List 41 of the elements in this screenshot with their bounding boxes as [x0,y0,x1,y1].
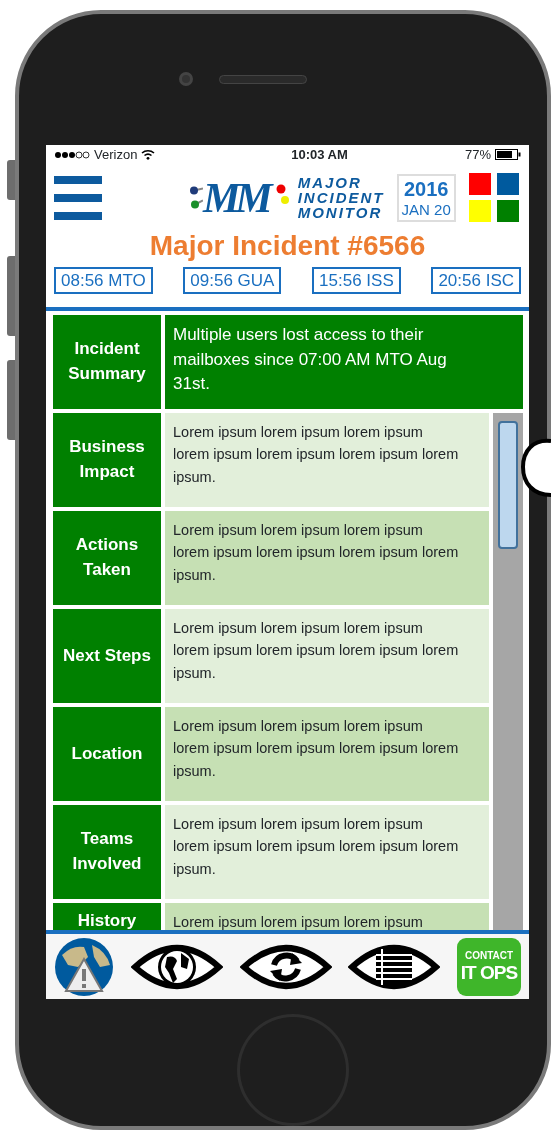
status-tile[interactable] [497,173,519,196]
battery-icon [495,149,521,161]
row-text: Multiple users lost access to their mailboxes since 07:00 AM MTO Aug 31st. [165,315,523,409]
row-text: Lorem ipsum lorem ipsum lorem ipsum lorem ipsum lorem ipsum lorem ipsum lorem ipsum. [165,805,489,899]
row-text: Lorem ipsum lorem ipsum lorem ipsum lorem ipsum lorem ipsum lorem ipsum lorem ipsum. [165,707,489,801]
row-label: Incident Summary [53,315,161,409]
logo-mark: MM [203,176,271,219]
battery-percent: 77% [464,145,491,164]
signal-icon [54,150,90,159]
status-tile[interactable] [497,200,519,223]
contact-button[interactable]: CONTACT IT OPS [457,937,521,996]
row-text: Lorem ipsum lorem ipsum lorem ipsum [165,903,489,931]
row-text: Lorem ipsum lorem ipsum lorem ipsum lorem ipsum lorem ipsum lorem ipsum lorem ipsum. [165,609,489,703]
date-day: JAN 20 [401,200,451,219]
status-tile[interactable] [469,173,491,196]
row-label: Teams Involved [53,805,161,899]
row-label: Actions Taken [53,511,161,605]
date-year: 2016 [402,176,450,201]
wifi-icon [141,149,156,161]
time-zone-clock: 15:56 ISS [312,267,401,295]
row-text: Lorem ipsum lorem ipsum lorem ipsum lorem ipsum lorem ipsum lorem ipsum lorem ipsum. [165,413,489,507]
row-text: Lorem ipsum lorem ipsum lorem ipsum lorem ipsum lorem ipsum lorem ipsum lorem ipsum. [165,511,489,605]
time-zone-clock: 08:56 MTO [54,267,153,295]
scroll-thumb[interactable] [498,421,518,549]
row-label: Location [53,707,161,801]
carrier-name: Verizon [94,145,138,164]
globe-warning-icon[interactable] [54,936,114,997]
incident-title: Major Incident #6566 [148,231,427,263]
row-label: Business Impact [53,413,161,507]
row-label: Next Steps [53,609,161,703]
logo-word: INCIDENT [297,190,385,206]
time-zone-clock: 20:56 ISC [431,267,521,295]
row-label: History [53,903,161,931]
menu-icon[interactable] [54,173,102,222]
logo-word: MAJOR [297,175,363,191]
camera-lens [179,72,193,87]
pins-drawing [190,186,203,210]
status-tile[interactable] [469,200,491,223]
time-zone-clock: 09:56 GUA [183,267,282,295]
status-time: 10:03 AM [290,145,349,164]
logo-word: MONITOR [297,205,384,221]
